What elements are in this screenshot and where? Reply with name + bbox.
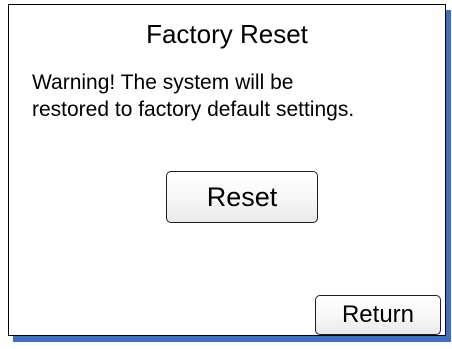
reset-button[interactable]: Reset [166,171,318,223]
warning-message: Warning! The system will be restored to … [32,69,442,123]
return-button[interactable]: Return [315,295,441,335]
factory-reset-panel: Factory Reset Warning! The system will b… [8,4,446,336]
warning-line: restored to factory default settings. [32,98,355,121]
page-title: Factory Reset [146,19,308,49]
warning-line: Warning! The system will be [32,71,294,94]
